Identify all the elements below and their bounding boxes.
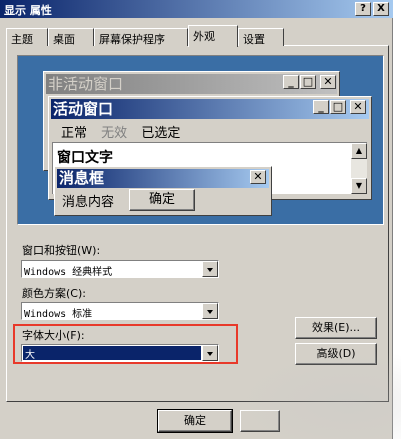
menu-item-normal: 正常 bbox=[61, 126, 88, 141]
close-icon: ✕ bbox=[320, 75, 336, 89]
messagebox-preview: 消息框 ✕ 消息内容 确定 bbox=[54, 166, 272, 216]
close-icon: ✕ bbox=[350, 100, 366, 114]
preview-menu-bar: 正常 无效 已选定 bbox=[61, 122, 190, 141]
chevron-down-icon[interactable] bbox=[202, 261, 218, 277]
messagebox-caption: 消息框 bbox=[57, 169, 269, 188]
window-text: 窗口文字 bbox=[57, 150, 113, 166]
cancel-button[interactable] bbox=[240, 410, 280, 432]
scroll-down-icon: ▼ bbox=[351, 178, 367, 194]
tab-settings[interactable]: 设置 bbox=[238, 28, 284, 46]
messagebox-ok-button: 确定 bbox=[129, 189, 195, 211]
close-button[interactable]: X bbox=[373, 2, 389, 16]
minimize-icon: _ bbox=[313, 100, 329, 114]
color-scheme-value: Windows 标准 bbox=[24, 309, 93, 320]
scroll-up-icon: ▲ bbox=[351, 143, 367, 159]
advanced-button[interactable]: 高级(D) bbox=[295, 343, 377, 365]
tab-appearance[interactable]: 外观 bbox=[188, 25, 238, 47]
color-scheme-select[interactable]: Windows 标准 bbox=[21, 302, 219, 320]
tab-screensaver[interactable]: 屏幕保护程序 bbox=[94, 28, 188, 46]
window-style-label: 窗口和按钮(W): bbox=[22, 244, 101, 257]
preview-scrollbar: ▲ ▼ bbox=[351, 143, 367, 194]
menu-item-selected: 已选定 bbox=[141, 126, 181, 141]
title-bar[interactable]: 显示 属性 ? X bbox=[0, 0, 393, 18]
minimize-icon: _ bbox=[283, 75, 299, 89]
menu-item-disabled: 无效 bbox=[101, 126, 128, 141]
effects-button[interactable]: 效果(E)... bbox=[295, 317, 377, 339]
display-properties-dialog: 显示 属性 ? X 主题 桌面 屏幕保护程序 外观 设置 非活动窗口 _ □ ✕… bbox=[0, 0, 393, 439]
color-scheme-label: 颜色方案(C): bbox=[22, 287, 86, 300]
maximize-icon: □ bbox=[300, 75, 316, 89]
window-title: 显示 属性 bbox=[4, 4, 52, 17]
appearance-preview: 非活动窗口 _ □ ✕ 活动窗口 _ □ ✕ 正常 无效 已选定 窗口文字 ▲ … bbox=[17, 55, 384, 225]
highlight-box bbox=[13, 324, 238, 364]
messagebox-text: 消息内容 bbox=[62, 195, 115, 210]
help-button[interactable]: ? bbox=[355, 2, 371, 16]
maximize-icon: □ bbox=[330, 100, 346, 114]
window-style-value: Windows 经典样式 bbox=[24, 267, 113, 278]
tab-desktop[interactable]: 桌面 bbox=[48, 28, 94, 46]
close-icon: ✕ bbox=[250, 170, 266, 184]
ok-button[interactable]: 确定 bbox=[157, 409, 233, 433]
window-style-select[interactable]: Windows 经典样式 bbox=[21, 260, 219, 278]
chevron-down-icon[interactable] bbox=[202, 303, 218, 319]
tab-themes[interactable]: 主题 bbox=[6, 28, 48, 46]
